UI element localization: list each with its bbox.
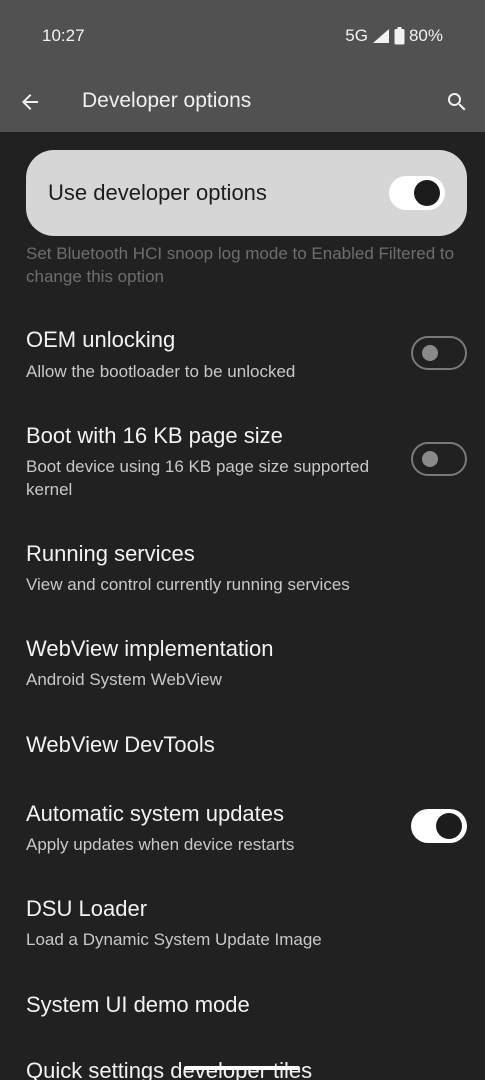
- setting-dsu-loader[interactable]: DSU Loader Load a Dynamic System Update …: [0, 891, 485, 961]
- back-arrow-icon[interactable]: [18, 90, 42, 114]
- toggle-knob: [422, 451, 438, 467]
- setting-summary: Apply updates when device restarts: [26, 835, 295, 854]
- app-bar: Developer options: [0, 72, 485, 132]
- setting-oem-unlocking[interactable]: OEM unlocking Allow the bootloader to be…: [0, 322, 485, 398]
- gesture-nav-bar[interactable]: [184, 1066, 300, 1070]
- battery-percent: 80%: [408, 26, 443, 45]
- status-indicators: 5G 80%: [345, 26, 443, 46]
- setting-title: WebView DevTools: [26, 732, 215, 757]
- setting-title: Automatic system updates: [26, 801, 285, 826]
- status-time: 10:27: [42, 26, 85, 45]
- setting-title: System UI demo mode: [26, 992, 250, 1017]
- setting-summary: Boot device using 16 KB page size suppor…: [26, 457, 370, 499]
- page-title: Developer options: [82, 89, 252, 112]
- setting-title: Running services: [26, 541, 195, 566]
- oem-unlocking-toggle[interactable]: [411, 336, 467, 370]
- setting-system-ui-demo[interactable]: System UI demo mode: [0, 987, 485, 1027]
- network-type: 5G: [345, 26, 368, 45]
- setting-summary: Allow the bootloader to be unlocked: [26, 362, 296, 381]
- master-switch-label: Use developer options: [48, 180, 267, 205]
- setting-title: OEM unlocking: [26, 327, 176, 352]
- master-switch-toggle[interactable]: [389, 176, 445, 210]
- status-bar: 10:27 5G 80%: [0, 0, 485, 72]
- toggle-knob: [414, 180, 440, 206]
- setting-webview-implementation[interactable]: WebView implementation Android System We…: [0, 631, 485, 701]
- settings-list: Use developer options Set Bluetooth HCI …: [0, 132, 485, 1080]
- setting-title: DSU Loader: [26, 896, 148, 921]
- setting-title: WebView implementation: [26, 636, 274, 661]
- setting-webview-devtools[interactable]: WebView DevTools: [0, 727, 485, 767]
- setting-automatic-updates[interactable]: Automatic system updates Apply updates w…: [0, 796, 485, 866]
- master-switch-card[interactable]: Use developer options: [26, 150, 467, 236]
- battery-icon: [394, 27, 405, 45]
- toggle-knob: [436, 813, 462, 839]
- setting-summary: Load a Dynamic System Update Image: [26, 930, 322, 949]
- setting-boot-16kb[interactable]: Boot with 16 KB page size Boot device us…: [0, 418, 485, 508]
- setting-summary: View and control currently running servi…: [26, 575, 350, 594]
- boot-16kb-toggle[interactable]: [411, 442, 467, 476]
- setting-summary: Android System WebView: [26, 670, 222, 689]
- signal-icon: [372, 29, 389, 43]
- automatic-updates-toggle[interactable]: [411, 809, 467, 843]
- setting-title: Boot with 16 KB page size: [26, 423, 283, 448]
- search-icon[interactable]: [445, 90, 469, 114]
- toggle-knob: [422, 345, 438, 361]
- disabled-setting-summary: Set Bluetooth HCI snoop log mode to Enab…: [26, 244, 455, 286]
- setting-running-services[interactable]: Running services View and control curren…: [0, 536, 485, 606]
